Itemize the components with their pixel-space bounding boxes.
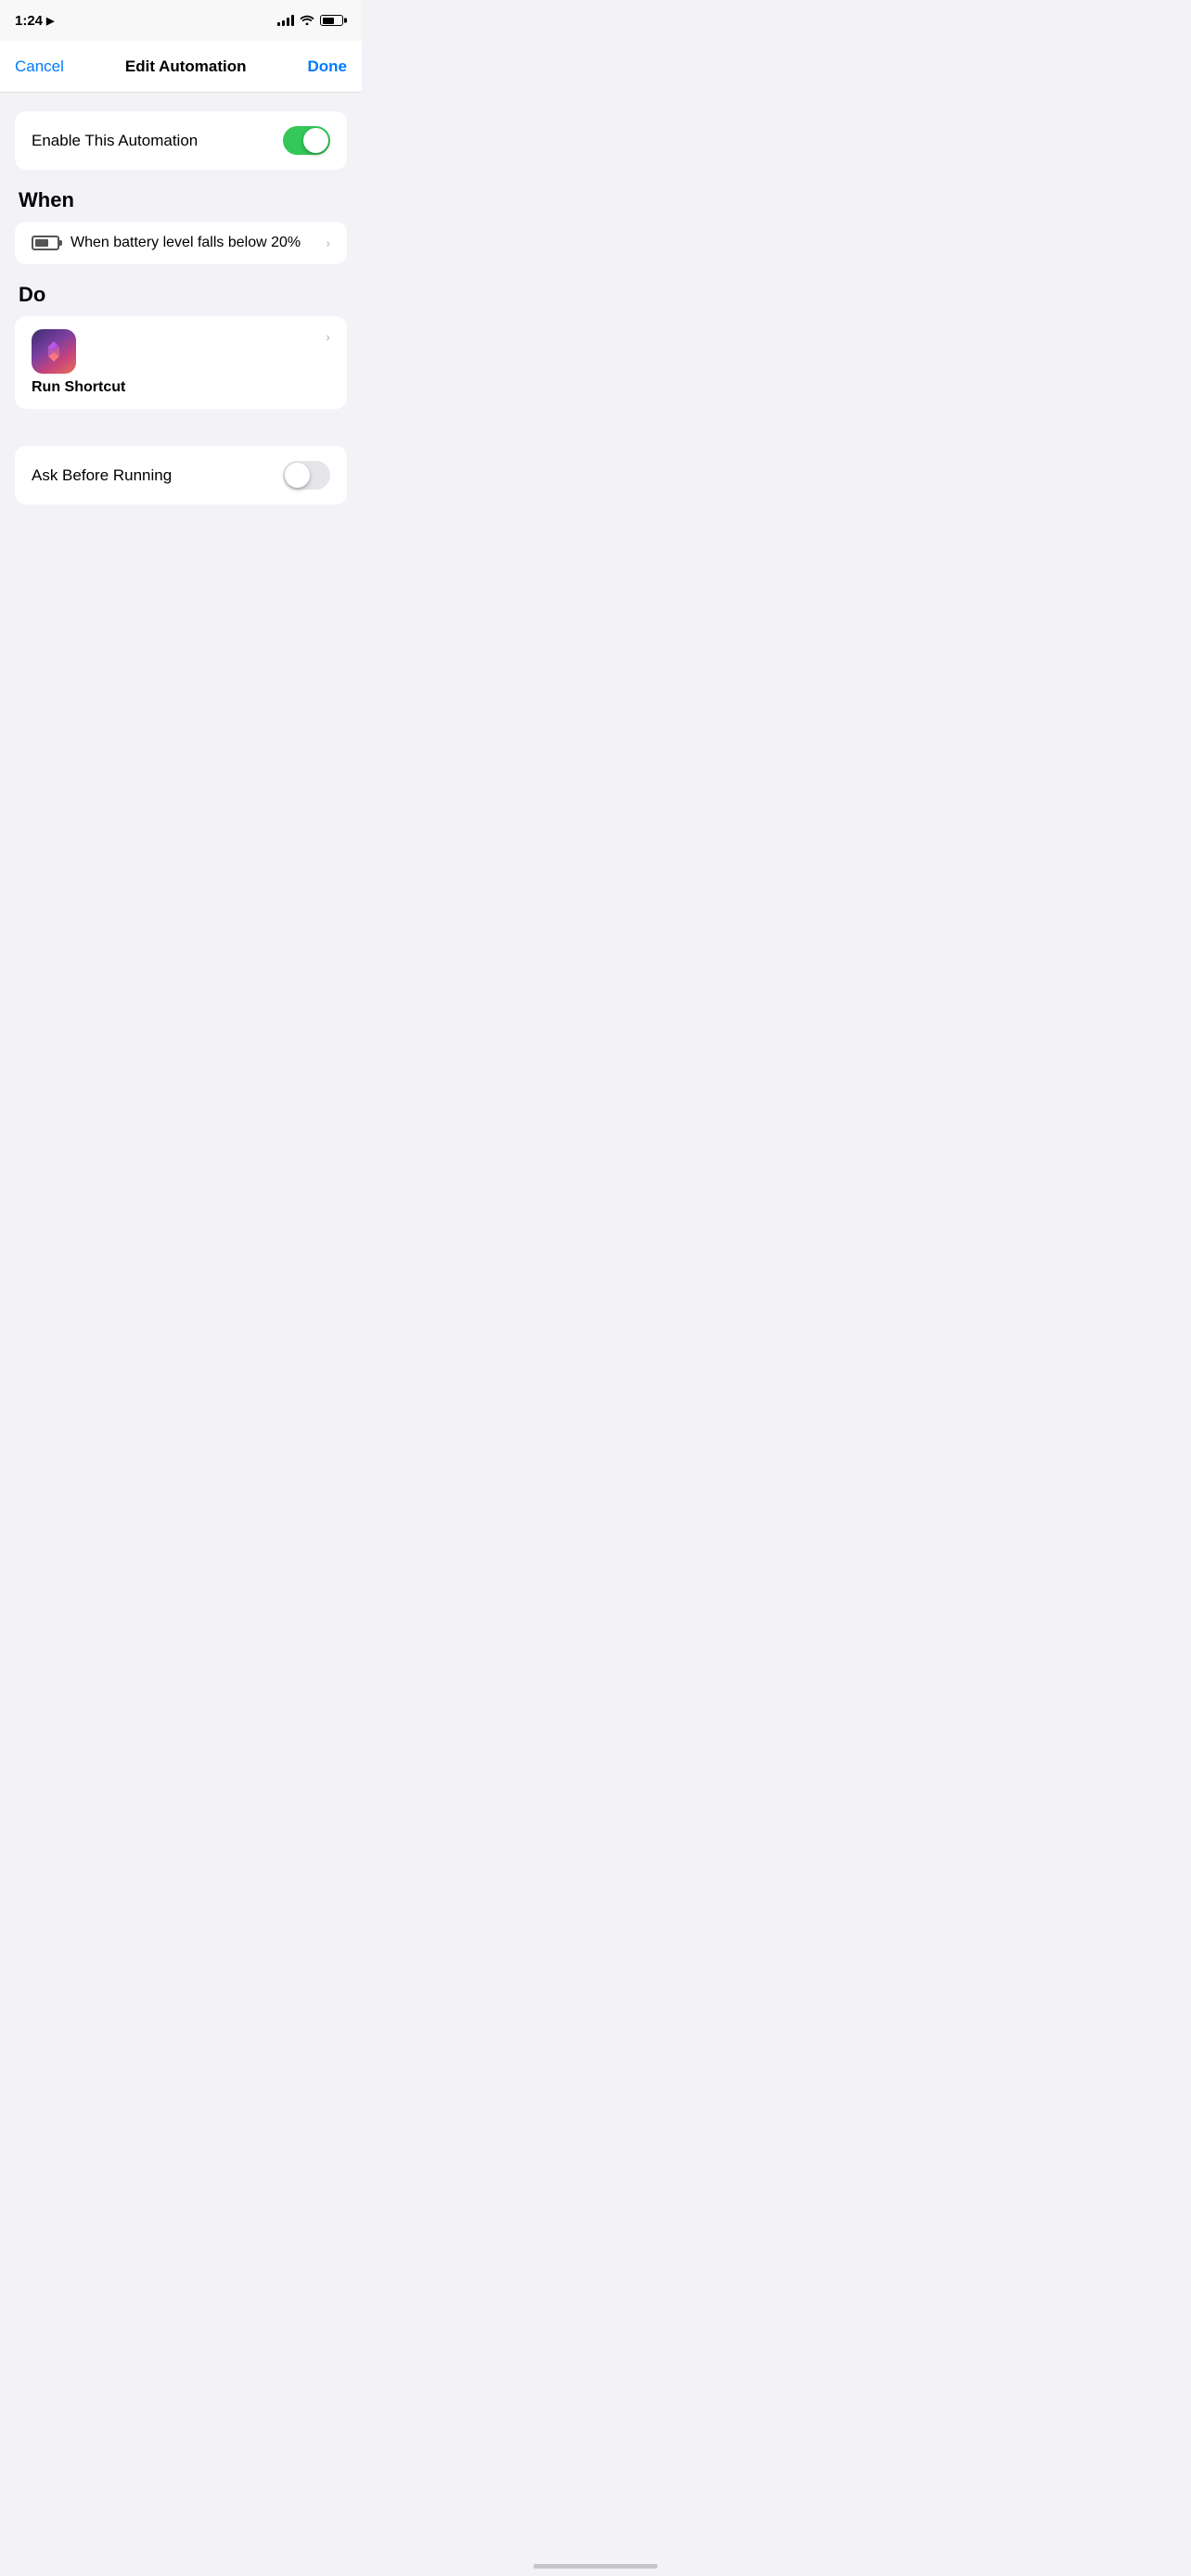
enable-automation-toggle[interactable]	[283, 126, 330, 155]
run-shortcut-label: Run Shortcut	[32, 379, 125, 396]
ask-toggle-thumb	[285, 463, 310, 488]
run-shortcut-chevron: ›	[326, 329, 330, 344]
shortcuts-diamond-svg	[41, 338, 67, 364]
done-button[interactable]: Done	[308, 50, 348, 83]
do-card: › Run Shortcut	[15, 316, 347, 409]
enable-toggle-row: Enable This Automation	[15, 111, 347, 170]
when-row[interactable]: When battery level falls below 20% ›	[15, 222, 347, 264]
spacer	[15, 427, 347, 446]
ask-before-running-toggle[interactable]	[283, 461, 330, 490]
run-shortcut-row-inner: ›	[32, 329, 330, 374]
when-row-left: When battery level falls below 20%	[32, 235, 301, 251]
status-icons	[277, 13, 343, 28]
nav-title: Edit Automation	[125, 57, 247, 76]
toggle-thumb	[303, 128, 328, 153]
cancel-button[interactable]: Cancel	[15, 50, 64, 83]
when-row-text: When battery level falls below 20%	[70, 235, 301, 251]
battery-row-icon	[32, 236, 59, 250]
status-bar: 1:24 ▶	[0, 0, 362, 41]
home-indicator	[533, 2564, 658, 2569]
ask-before-running-row: Ask Before Running	[15, 446, 347, 504]
time-display: 1:24	[15, 13, 43, 29]
battery-fill	[323, 18, 334, 24]
do-section-header: Do	[15, 283, 347, 307]
battery-row-fill	[35, 239, 48, 247]
run-shortcut-row[interactable]: › Run Shortcut	[15, 316, 347, 409]
ask-before-running-card: Ask Before Running	[15, 446, 347, 504]
signal-bar-3	[287, 18, 289, 26]
signal-bar-4	[291, 15, 294, 26]
shortcuts-app-icon	[32, 329, 76, 374]
ask-before-running-label: Ask Before Running	[32, 466, 172, 485]
when-card: When battery level falls below 20% ›	[15, 222, 347, 264]
signal-bar-1	[277, 22, 280, 26]
when-section-header: When	[15, 188, 347, 212]
signal-bar-2	[282, 20, 285, 26]
wifi-icon	[300, 13, 314, 28]
status-time: 1:24 ▶	[15, 13, 55, 29]
battery-icon	[320, 15, 343, 26]
when-row-chevron: ›	[326, 236, 330, 250]
main-content: Enable This Automation When When battery…	[0, 93, 362, 542]
enable-automation-label: Enable This Automation	[32, 132, 198, 150]
signal-bars-icon	[277, 15, 294, 26]
nav-bar: Cancel Edit Automation Done	[0, 41, 362, 93]
enable-automation-card: Enable This Automation	[15, 111, 347, 170]
location-arrow-icon: ▶	[46, 15, 54, 27]
